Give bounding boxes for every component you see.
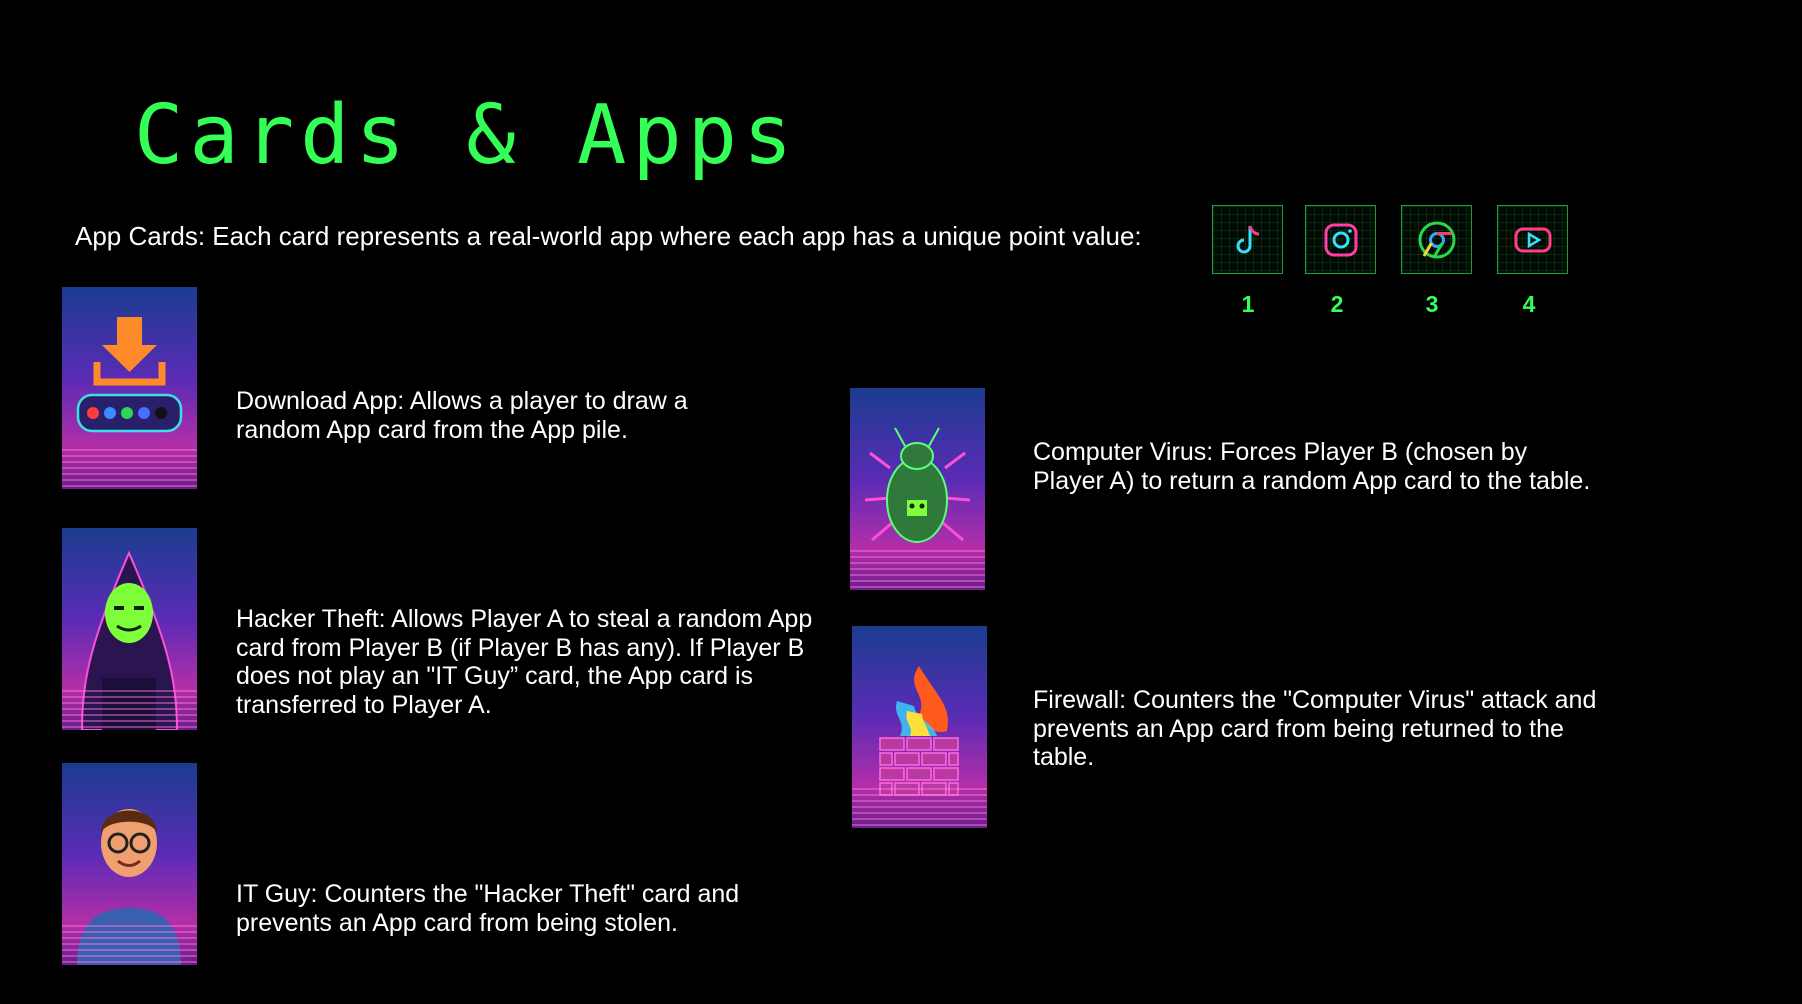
computer-virus-description: Computer Virus: Forces Player B (chosen … — [1033, 438, 1591, 495]
it-guy-card-image — [62, 763, 197, 965]
app-value-3: 3 — [1425, 291, 1439, 317]
hacker-theft-card-image — [62, 528, 197, 730]
app-value-1: 1 — [1241, 291, 1255, 317]
tiktok-icon — [1212, 205, 1283, 274]
app-value-4: 4 — [1522, 291, 1536, 317]
firewall-description: Firewall: Counters the "Computer Virus" … — [1033, 686, 1597, 771]
app-value-2: 2 — [1330, 291, 1344, 317]
hacker-theft-description: Hacker Theft: Allows Player A to steal a… — [236, 605, 813, 719]
app-cards-intro: App Cards: Each card represents a real-w… — [75, 221, 1142, 251]
instagram-icon — [1305, 205, 1376, 274]
download-app-description: Download App: Allows a player to draw a … — [236, 387, 688, 444]
youtube-icon — [1497, 205, 1568, 274]
chrome-icon — [1401, 205, 1472, 274]
download-app-card-image — [62, 287, 197, 489]
page-title: Cards & Apps — [134, 88, 799, 183]
computer-virus-card-image — [850, 388, 985, 590]
it-guy-description: IT Guy: Counters the "Hacker Theft" card… — [236, 880, 740, 937]
firewall-card-image — [852, 626, 987, 828]
